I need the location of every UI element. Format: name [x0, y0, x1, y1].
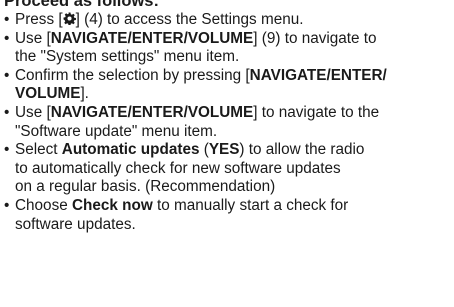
gear-icon: [63, 12, 76, 25]
instruction-step: • Use [NAVIGATE/ENTER/VOLUME] to navigat…: [4, 104, 452, 141]
bullet: •: [4, 103, 10, 121]
instruction-step: • Use [NAVIGATE/ENTER/VOLUME] (9) to nav…: [4, 30, 452, 67]
instruction-step: • Select Automatic updates (YES) to allo…: [4, 141, 452, 197]
step-text: Confirm the selection by pressing [: [15, 66, 250, 84]
button-name: NAVIGATE/ENTER/VOLUME: [50, 103, 254, 121]
step-line: Select Automatic updates (YES) to allow …: [15, 141, 452, 160]
step-line: Choose Check now to manually start a che…: [15, 197, 452, 216]
step-text: Choose: [15, 196, 72, 214]
step-text: Select: [15, 141, 62, 159]
step-text: ] (9) to navigate to: [253, 29, 377, 47]
bullet: •: [4, 66, 10, 84]
step-line: Use [NAVIGATE/ENTER/VOLUME] to navigate …: [15, 104, 452, 123]
step-text: on a regular basis. (Recommendation): [15, 178, 276, 196]
instruction-step: • Choose Check now to manually start a c…: [4, 197, 452, 234]
step-line: on a regular basis. (Recommendation): [15, 178, 452, 197]
step-text: ] (4) to access the Settings menu.: [75, 11, 304, 28]
step-text: (: [199, 141, 209, 159]
option-name: Check now: [71, 196, 153, 214]
step-line: Confirm the selection by pressing [NAVIG…: [15, 67, 452, 86]
step-text: Press [: [15, 11, 63, 28]
instruction-step: • Press [ ] (4) to access the Settings me…: [4, 11, 452, 30]
section-heading: Proceed as follows:: [4, 0, 159, 10]
button-name: VOLUME: [15, 85, 81, 103]
button-name: NAVIGATE/ENTER/: [249, 66, 387, 84]
step-line: software updates.: [15, 216, 452, 235]
step-text: "Software update" menu item.: [15, 122, 218, 140]
step-line: the "System settings" menu item.: [15, 48, 452, 67]
bullet: •: [4, 196, 10, 214]
step-line: to automatically check for new software …: [15, 160, 452, 179]
bullet: •: [4, 29, 10, 47]
step-text: Use [: [15, 103, 51, 121]
instruction-list: • Press [ ] (4) to access the Settings me…: [4, 11, 452, 234]
step-text: software updates.: [15, 215, 136, 233]
bullet: •: [4, 11, 10, 28]
step-line: VOLUME].: [15, 85, 452, 104]
step-text: Use [: [15, 29, 51, 47]
instruction-step: • Confirm the selection by pressing [NAV…: [4, 67, 452, 104]
step-text: to manually start a check for: [152, 196, 349, 214]
step-text: ].: [80, 85, 89, 103]
step-text: the "System settings" menu item.: [15, 48, 240, 66]
step-text: ) to allow the radio: [239, 141, 365, 159]
option-value: YES: [208, 141, 240, 159]
option-name: Automatic updates: [61, 141, 200, 159]
button-name: NAVIGATE/ENTER/VOLUME: [50, 29, 254, 47]
step-line: Press [ ] (4) to access the Settings menu…: [15, 11, 452, 30]
step-line: "Software update" menu item.: [15, 123, 452, 142]
step-text: ] to navigate to the: [253, 103, 380, 121]
step-text: to automatically check for new software …: [15, 159, 341, 177]
step-line: Use [NAVIGATE/ENTER/VOLUME] (9) to navig…: [15, 30, 452, 49]
bullet: •: [4, 141, 10, 159]
